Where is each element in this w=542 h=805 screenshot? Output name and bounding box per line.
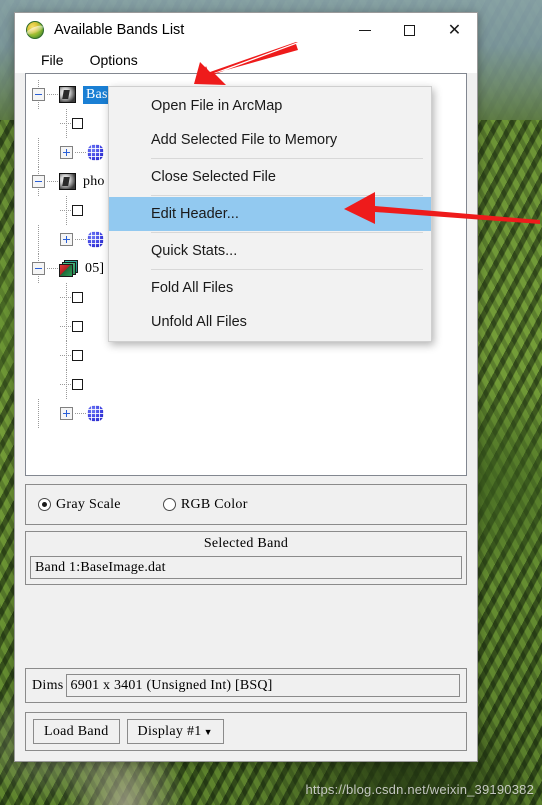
band-checkbox-icon[interactable] xyxy=(72,379,83,390)
menu-item-close-selected-file[interactable]: Close Selected File xyxy=(109,160,431,194)
band-checkbox-icon[interactable] xyxy=(72,350,83,361)
actions-group: Load Band Display #1 ▼ xyxy=(25,712,467,751)
tree-dot-line xyxy=(47,181,59,182)
display-selector-label: Display #1 xyxy=(137,723,202,739)
chevron-down-icon: ▼ xyxy=(203,726,213,737)
tree-guide-line xyxy=(66,341,67,370)
window-title: Available Bands List xyxy=(54,22,185,38)
minimize-button[interactable] xyxy=(342,13,387,47)
tree-guide-line xyxy=(66,283,67,312)
expand-expander-icon[interactable] xyxy=(60,146,73,159)
load-band-button[interactable]: Load Band xyxy=(33,719,120,744)
maximize-button[interactable] xyxy=(387,13,432,47)
close-icon: ✕ xyxy=(447,20,462,39)
raster-file-icon xyxy=(59,173,76,190)
title-bar: Available Bands List ✕ xyxy=(15,13,477,47)
tree-dot-line xyxy=(47,268,59,269)
available-bands-list-window: Available Bands List ✕ File Options pho … xyxy=(14,12,478,762)
display-mode-group: Gray Scale RGB Color xyxy=(25,484,467,525)
window-controls: ✕ xyxy=(342,13,477,47)
collapse-expander-icon[interactable] xyxy=(32,88,45,101)
tree-dot-line xyxy=(75,152,87,153)
menu-item-add-selected-file-to-memory[interactable]: Add Selected File to Memory xyxy=(109,123,431,157)
map-info-globe-icon xyxy=(87,144,104,161)
band-checkbox-icon[interactable] xyxy=(72,118,83,129)
menu-item-quick-stats[interactable]: Quick Stats... xyxy=(109,234,431,268)
tree-guide-line xyxy=(66,312,67,341)
menu-separator xyxy=(151,195,423,196)
close-button[interactable]: ✕ xyxy=(432,13,477,47)
band-checkbox-icon[interactable] xyxy=(72,321,83,332)
map-info-globe-icon xyxy=(87,231,104,248)
selected-band-value: Band 1:BaseImage.dat xyxy=(30,556,462,579)
map-info-globe-icon xyxy=(87,405,104,422)
tree-guide-line xyxy=(66,196,67,225)
tree-guide-line xyxy=(38,138,39,167)
maximize-icon xyxy=(404,24,415,36)
menu-item-fold-all-files[interactable]: Fold All Files xyxy=(109,271,431,305)
tree-node-map-info[interactable] xyxy=(32,399,466,428)
menu-options[interactable]: Options xyxy=(80,50,148,70)
filler-space xyxy=(25,585,467,668)
bands-tree-panel[interactable]: BaseImage.dat xyxy=(25,73,467,476)
menu-separator xyxy=(151,269,423,270)
display-selector-button[interactable]: Display #1 ▼ xyxy=(126,719,224,744)
tree-dot-line xyxy=(75,239,87,240)
tree-dot-line xyxy=(47,94,59,95)
gray-scale-label[interactable]: Gray Scale xyxy=(56,497,121,513)
band-checkbox-icon[interactable] xyxy=(72,205,83,216)
tree-dot-line xyxy=(75,413,87,414)
desktop-background: https://blog.csdn.net/weixin_39190382 Av… xyxy=(0,0,542,805)
expand-expander-icon[interactable] xyxy=(60,407,73,420)
tree-guide-line xyxy=(38,399,39,428)
dims-group: Dims 6901 x 3401 (Unsigned Int) [BSQ] xyxy=(25,668,467,703)
minimize-icon xyxy=(358,29,371,31)
envi-globe-icon xyxy=(25,20,45,40)
window-client-area: BaseImage.dat xyxy=(15,73,477,761)
tree-node-label[interactable]: 05] xyxy=(85,261,104,277)
display-mode-row: Gray Scale RGB Color xyxy=(26,485,466,524)
rgb-color-label[interactable]: RGB Color xyxy=(181,497,248,513)
band-checkbox-icon[interactable] xyxy=(72,292,83,303)
menu-item-unfold-all-files[interactable]: Unfold All Files xyxy=(109,305,431,339)
tree-guide-line xyxy=(66,370,67,399)
menu-separator xyxy=(151,232,423,233)
collapse-expander-icon[interactable] xyxy=(32,262,45,275)
menu-item-open-file-in-arcmap[interactable]: Open File in ArcMap xyxy=(109,89,431,123)
watermark-text: https://blog.csdn.net/weixin_39190382 xyxy=(305,782,534,797)
layer-stack-icon xyxy=(59,260,78,277)
tree-guide-line xyxy=(66,109,67,138)
collapse-expander-icon[interactable] xyxy=(32,175,45,188)
dims-value: 6901 x 3401 (Unsigned Int) [BSQ] xyxy=(65,674,460,697)
selected-band-title: Selected Band xyxy=(203,536,289,551)
tree-node-label[interactable]: pho xyxy=(83,174,105,190)
menu-bar: File Options xyxy=(15,47,477,73)
context-menu: Open File in ArcMap Add Selected File to… xyxy=(108,86,432,342)
expand-expander-icon[interactable] xyxy=(60,233,73,246)
gray-scale-radio[interactable] xyxy=(38,498,51,511)
tree-guide-line xyxy=(38,225,39,254)
raster-file-icon xyxy=(59,86,76,103)
menu-separator xyxy=(151,158,423,159)
rgb-color-radio[interactable] xyxy=(162,498,176,511)
tree-node-band[interactable] xyxy=(32,341,466,370)
dims-label: Dims xyxy=(32,677,64,693)
menu-item-edit-header[interactable]: Edit Header... xyxy=(109,197,431,231)
selected-band-group: Selected Band Band 1:BaseImage.dat xyxy=(25,531,467,585)
tree-node-band[interactable] xyxy=(32,370,466,399)
menu-file[interactable]: File xyxy=(31,50,74,70)
